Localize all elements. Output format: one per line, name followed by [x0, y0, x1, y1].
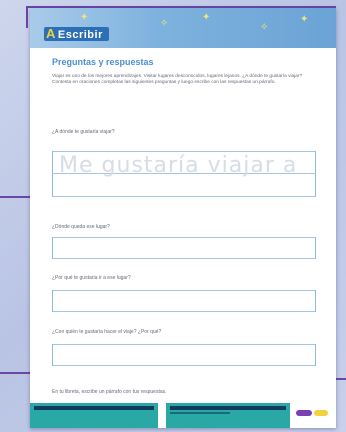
- answer-box-4[interactable]: [52, 344, 316, 366]
- frame-line-left: [26, 6, 28, 28]
- section-letter: A: [46, 26, 56, 41]
- answer-box-2[interactable]: [52, 237, 316, 259]
- answer-box-3[interactable]: [52, 290, 316, 312]
- answer-line: [53, 290, 315, 291]
- question-2-label: ¿Dónde queda ese lugar?: [52, 224, 110, 230]
- star-icon: ✦: [80, 12, 89, 23]
- worksheet-page: ✦ ✧ ✦ ✧ ✦ A Escribir Preguntas y respuest…: [30, 8, 336, 428]
- final-instruction: En tu libreta, escribe un párrafo con tu…: [52, 389, 167, 395]
- footer-card-header: [170, 406, 286, 410]
- footer-card-right: [166, 403, 290, 428]
- frame-line-bottom-left: [0, 372, 30, 374]
- frame-line-left-low: [0, 196, 30, 198]
- trace-text: Me gustaría viajar a: [59, 153, 298, 178]
- section-tag: A Escribir: [44, 27, 109, 41]
- footer-card-subheader: [170, 412, 230, 414]
- page-title: Preguntas y respuestas: [52, 57, 154, 67]
- footer-accent-yellow: [314, 410, 328, 416]
- section-banner: ✦ ✧ ✦ ✧ ✦ A Escribir: [30, 8, 336, 48]
- star-icon: ✦: [300, 14, 309, 25]
- answer-box-1[interactable]: Me gustaría viajar a: [52, 151, 316, 197]
- footer-accent-purple: [296, 410, 312, 416]
- section-label: Escribir: [57, 29, 103, 41]
- answer-line: [53, 344, 315, 345]
- footer-card-left: [30, 403, 158, 428]
- star-icon: ✧: [160, 18, 169, 29]
- question-3-label: ¿Por qué te gustaría ir a ese lugar?: [52, 275, 131, 281]
- answer-line: [53, 311, 315, 312]
- intro-paragraph: Viajar es uno de los mejores aprendizaje…: [52, 74, 303, 86]
- answer-line: [53, 237, 315, 238]
- answer-line: [53, 151, 315, 152]
- answer-line: [53, 365, 315, 366]
- footer-card-header: [34, 406, 154, 410]
- answer-line: [53, 258, 315, 259]
- question-4-label: ¿Con quién te gustaría hacer el viaje? ¿…: [52, 329, 162, 335]
- question-1-label: ¿A dónde te gustaría viajar?: [52, 129, 115, 135]
- star-icon: ✧: [260, 22, 269, 33]
- star-icon: ✦: [202, 12, 211, 23]
- answer-line: [53, 196, 315, 197]
